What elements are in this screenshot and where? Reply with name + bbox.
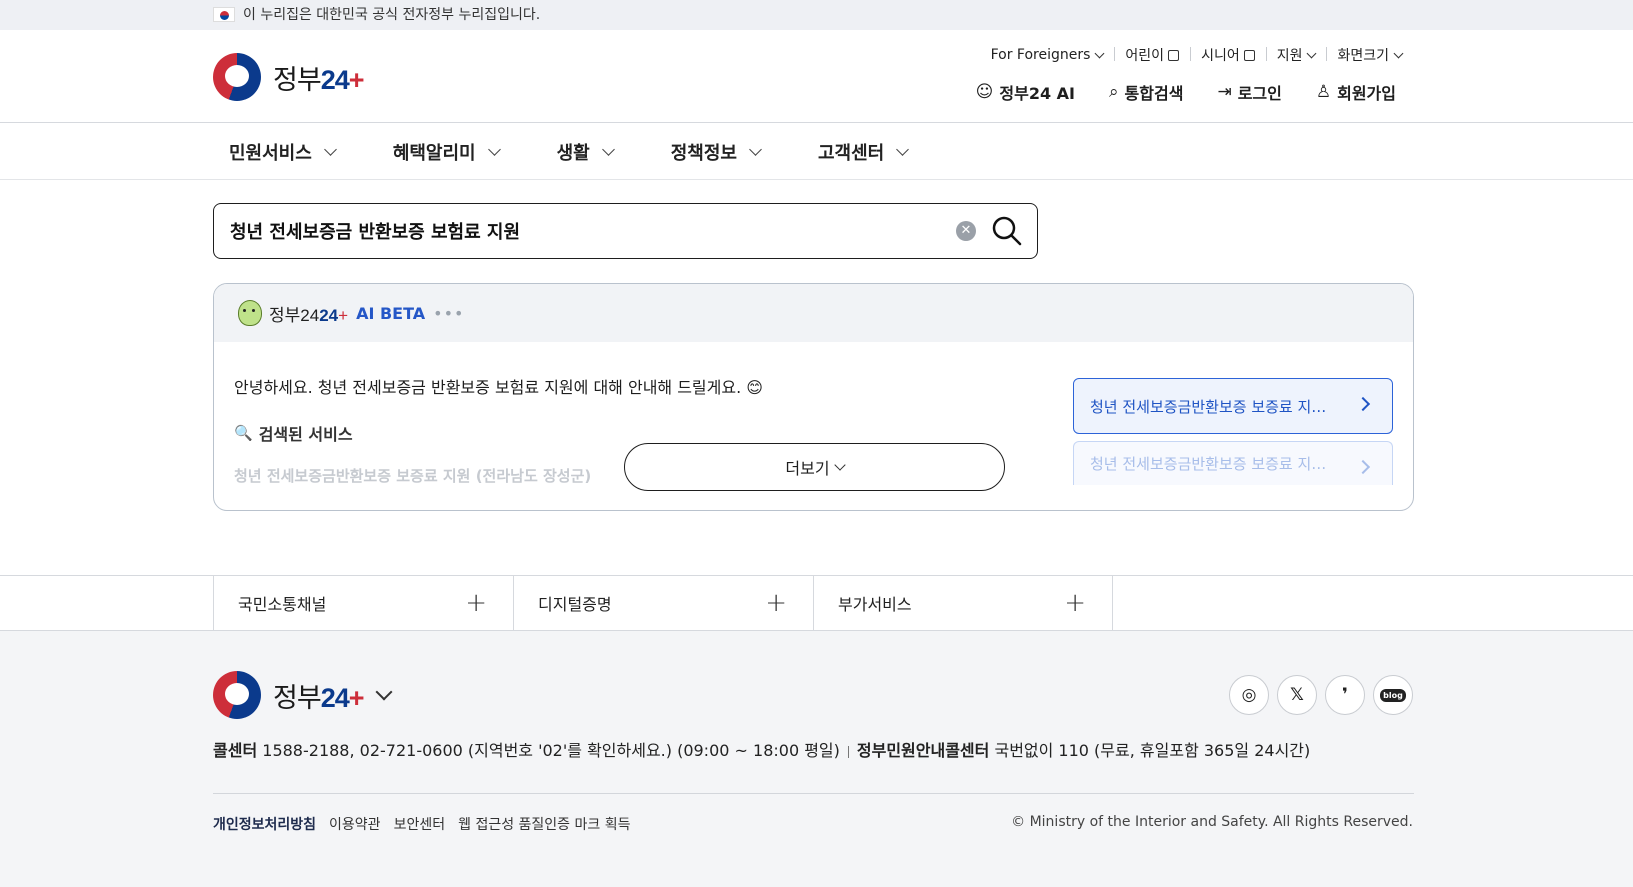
ai-link[interactable]: ☺ 정부24 AI xyxy=(976,80,1075,104)
social-links: ◎ 𝕏 ❜ blog xyxy=(1221,675,1413,715)
official-banner-text: 이 누리집은 대한민국 공식 전자정부 누리집입니다. xyxy=(243,7,541,23)
util-screen-size[interactable]: 화면크기 xyxy=(1326,45,1413,65)
security-center-link[interactable]: 보안센터 xyxy=(394,814,446,834)
chevron-down-icon xyxy=(601,143,615,156)
searched-services-title: 🔍 검색된 서비스 xyxy=(234,424,353,444)
chevron-down-icon xyxy=(896,143,910,156)
chevron-down-icon xyxy=(487,143,501,156)
plus-icon: + xyxy=(1064,588,1086,618)
ai-answer-panel: 정부2424+ AI BETA ••• 안녕하세요. 청년 전세보증금 반환보증… xyxy=(213,283,1414,511)
accessibility-mark-link[interactable]: 웹 접근성 품질인증 마크 획득 xyxy=(458,814,630,834)
chevron-down-icon xyxy=(833,459,846,471)
terms-link[interactable]: 이용약관 xyxy=(329,814,381,834)
site-header: 정부24+ For Foreigners 어린이 시니어 지원 화면크기 ☺ 정부… xyxy=(0,30,1633,123)
util-for-foreigners[interactable]: For Foreigners xyxy=(980,47,1115,63)
footer-divider xyxy=(213,793,1414,794)
quick-link-extra-services[interactable]: 부가서비스 + xyxy=(813,576,1113,630)
chevron-down-icon xyxy=(375,683,393,701)
nav-customer-center[interactable]: 고객센터 xyxy=(802,139,923,165)
kakao-icon[interactable]: ❜ xyxy=(1325,675,1365,715)
nav-civil-service[interactable]: 민원서비스 xyxy=(213,139,351,165)
plus-icon: + xyxy=(765,588,787,618)
signup-link[interactable]: ♙ 회원가입 xyxy=(1316,80,1396,104)
utility-menu: For Foreigners 어린이 시니어 지원 화면크기 xyxy=(980,45,1413,65)
header-links: ☺ 정부24 AI ⌕ 통합검색 ⇥ 로그인 ♙ 회원가입 xyxy=(942,80,1396,104)
chevron-right-icon xyxy=(1355,459,1371,475)
quick-link-digital-cert[interactable]: 디지털증명 + xyxy=(513,576,813,630)
more-button[interactable]: 더보기 xyxy=(624,443,1005,491)
external-link-icon xyxy=(1243,49,1255,61)
ai-message: 안녕하세요. 청년 전세보증금 반환보증 보험료 지원에 대해 안내해 드릴게요… xyxy=(234,378,763,397)
nav-divider xyxy=(0,179,1633,180)
chevron-down-icon xyxy=(1094,48,1105,58)
chevron-down-icon xyxy=(749,143,762,156)
ai-brand-name: 정부2424+ xyxy=(269,305,349,325)
login-link[interactable]: ⇥ 로그인 xyxy=(1217,80,1281,104)
blog-icon[interactable]: blog xyxy=(1373,675,1413,715)
footer-logo-text: 정부24+ xyxy=(273,682,365,713)
site-logo[interactable]: 정부24+ xyxy=(213,53,365,101)
plus-icon: + xyxy=(465,588,487,618)
quick-links: 국민소통채널 + 디지털증명 + 부가서비스 + xyxy=(0,575,1633,631)
nav-policy[interactable]: 정책정보 xyxy=(655,139,776,165)
search-input[interactable] xyxy=(230,216,890,246)
chevron-right-icon xyxy=(1355,396,1371,412)
search-box: ✕ xyxy=(213,203,1038,259)
site-footer: 정부24+ ◎ 𝕏 ❜ blog 콜센터 1588-2188, 02-721-0… xyxy=(0,631,1633,887)
ai-panel-header: 정부2424+ AI BETA ••• xyxy=(214,284,1413,342)
nav-life[interactable]: 생활 xyxy=(541,139,629,165)
search-icon: ⌕ xyxy=(1109,82,1119,102)
ai-mascot-icon: ☺ xyxy=(975,82,994,102)
chevron-down-icon xyxy=(323,143,337,156)
util-support[interactable]: 지원 xyxy=(1265,45,1327,65)
quick-link-channel[interactable]: 국민소통채널 + xyxy=(213,576,513,630)
taegeuk-logo-icon xyxy=(213,671,261,719)
ai-beta-label: AI BETA xyxy=(356,303,426,323)
copyright: © Ministry of the Interior and Safety. A… xyxy=(1011,814,1413,830)
search-button[interactable] xyxy=(991,215,1023,247)
call-center-info: 콜센터 1588-2188, 02-721-0600 (지역번호 '02'를 확… xyxy=(213,741,1311,760)
privacy-policy-link[interactable]: 개인정보처리방침 xyxy=(213,814,316,834)
official-banner: 이 누리집은 대한민국 공식 전자정부 누리집입니다. xyxy=(0,0,1633,30)
recommendation-card[interactable]: 청년 전세보증금반환보증 보증료 지… xyxy=(1073,378,1393,434)
magnifier-icon: 🔍 xyxy=(234,424,253,442)
ai-mascot-icon xyxy=(238,300,262,326)
util-children[interactable]: 어린이 xyxy=(1114,45,1190,65)
recommendation-card[interactable]: 청년 전세보증금반환보증 보증료 지… xyxy=(1073,441,1393,485)
footer-logo[interactable]: 정부24+ xyxy=(213,671,393,719)
clear-search-button[interactable]: ✕ xyxy=(956,221,976,241)
footer-policy-links: 개인정보처리방침 이용약관 보안센터 웹 접근성 품질인증 마크 획득 xyxy=(213,814,643,834)
search-link[interactable]: ⌕ 통합검색 xyxy=(1109,80,1183,104)
login-icon: ⇥ xyxy=(1217,82,1232,102)
util-senior[interactable]: 시니어 xyxy=(1190,45,1266,65)
main-nav: 민원서비스 혜택알리미 생활 정책정보 고객센터 xyxy=(213,123,949,180)
user-add-icon: ♙ xyxy=(1315,82,1332,102)
loading-dots: ••• xyxy=(433,303,465,323)
external-link-icon xyxy=(1168,49,1180,61)
korea-flag-icon xyxy=(213,6,235,22)
chevron-down-icon xyxy=(1307,48,1317,58)
taegeuk-logo-icon xyxy=(213,53,261,101)
instagram-icon[interactable]: ◎ xyxy=(1229,675,1269,715)
logo-text: 정부24+ xyxy=(273,64,365,95)
chevron-down-icon xyxy=(1393,48,1404,58)
nav-benefits[interactable]: 혜택알리미 xyxy=(377,139,515,165)
searched-service-item[interactable]: 청년 전세보증금반환보증 보증료 지원 (전라남도 장성군) xyxy=(234,465,591,486)
x-twitter-icon[interactable]: 𝕏 xyxy=(1277,675,1317,715)
